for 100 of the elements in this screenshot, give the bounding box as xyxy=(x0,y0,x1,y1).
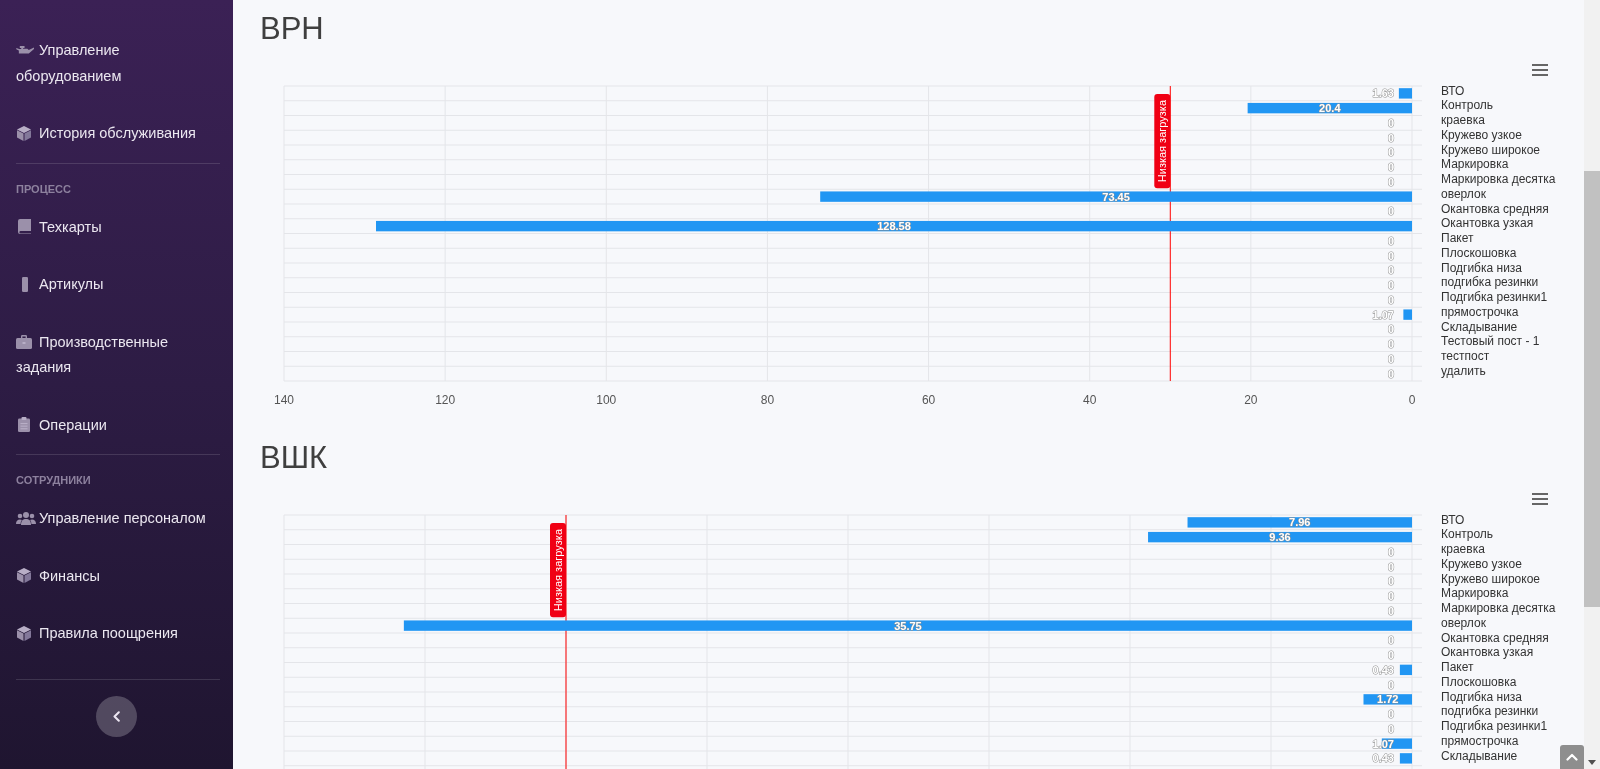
briefcase-icon xyxy=(16,334,32,349)
category-label: ВТО xyxy=(1441,83,1465,98)
menu-icon[interactable] xyxy=(1531,64,1549,76)
menu-icon[interactable] xyxy=(1531,493,1549,505)
category-label: краевка xyxy=(1441,113,1485,128)
bar xyxy=(1398,88,1412,99)
sidebar-item[interactable]: Техкарты xyxy=(0,198,233,256)
chevron-up-icon xyxy=(1566,753,1578,761)
data-label: 0 xyxy=(1387,678,1394,691)
category-label: Кружево широкое xyxy=(1441,571,1541,586)
data-label: 0 xyxy=(1387,116,1394,129)
chevron-left-icon xyxy=(113,710,120,722)
data-label: 0 xyxy=(1387,234,1394,247)
category-label: Маркировка десятка xyxy=(1441,601,1556,616)
section-header: ПРОЦЕСС xyxy=(15,181,72,197)
axis-tick-label: 60 xyxy=(921,393,936,407)
category-label: Пакет xyxy=(1441,660,1474,675)
category-label: ВТО xyxy=(1441,512,1465,527)
data-label: 0 xyxy=(1387,323,1394,336)
bar xyxy=(1363,694,1412,705)
bar xyxy=(1399,664,1412,676)
sidebar-item[interactable]: История обслуживания xyxy=(0,105,233,163)
data-label: 0 xyxy=(1387,338,1394,351)
category-label: Подгибка низа xyxy=(1441,689,1523,704)
sidebar-item[interactable]: Финансы xyxy=(0,547,233,605)
category-label: Подгибка низа xyxy=(1441,260,1523,275)
data-label: 0 xyxy=(1387,131,1394,144)
scroll-to-top-button[interactable] xyxy=(1560,745,1584,769)
cube-icon xyxy=(17,625,31,641)
ref-line-label: Низкая загрузка xyxy=(552,528,564,612)
threshold-label: Низкая загрузка xyxy=(550,523,566,618)
oil-can-icon xyxy=(16,46,34,54)
category-label: Кружево узкое xyxy=(1441,127,1522,142)
data-label: 0 xyxy=(1387,634,1394,647)
data-label: 0 xyxy=(1387,575,1394,588)
category-label: Окантовка узкая xyxy=(1441,645,1534,660)
category-label: Складывание xyxy=(1441,319,1518,334)
axis-tick-label: 80 xyxy=(760,393,775,407)
category-label: Окантовка средняя xyxy=(1441,201,1549,216)
data-label: 0 xyxy=(1387,293,1394,306)
category-label: оверлок xyxy=(1441,186,1486,201)
data-label: 1.63 xyxy=(1372,87,1394,100)
threshold-label: Низкая загрузка xyxy=(1154,94,1171,189)
sidebar-item[interactable]: Операции xyxy=(0,396,233,454)
category-label: Кружево широкое xyxy=(1441,142,1541,157)
category-label: Окантовка средняя xyxy=(1441,630,1549,645)
category-label: Плоскошовка xyxy=(1441,245,1517,260)
scrollbar-thumb[interactable] xyxy=(1584,171,1600,607)
category-label: Маркировка десятка xyxy=(1441,172,1556,187)
category-label: тестпост xyxy=(1441,349,1490,364)
category-label: Пакет xyxy=(1441,231,1474,246)
category-label: подгибка резинки xyxy=(1441,275,1539,290)
data-label: 0.43 xyxy=(1372,752,1394,765)
data-label: 0 xyxy=(1387,264,1394,277)
sidebar-item[interactable]: Управление персоналом xyxy=(0,490,233,548)
category-label: Подгибка резинки1 xyxy=(1441,290,1548,305)
sidebar-item[interactable]: Правила поощрения xyxy=(0,605,233,663)
data-label: 0 xyxy=(1387,161,1394,174)
data-label: 0 xyxy=(1387,604,1394,617)
section-title: ВШК xyxy=(260,440,329,476)
data-label: 0 xyxy=(1387,175,1394,188)
data-label: 73.45 xyxy=(1102,190,1130,203)
bar xyxy=(1403,309,1412,320)
data-label: 0 xyxy=(1387,205,1394,218)
bar xyxy=(1399,753,1412,764)
cube-icon xyxy=(17,568,31,584)
data-label: 1.72 xyxy=(1377,693,1399,706)
category-label: Контроль xyxy=(1441,527,1494,542)
collapse-button[interactable] xyxy=(96,695,137,737)
category-label: подгибка резинки xyxy=(1441,704,1539,719)
category-label: прямострочка xyxy=(1441,733,1519,748)
category-label: Кружево узкое xyxy=(1441,556,1522,571)
data-label: 0 xyxy=(1387,279,1394,292)
category-label: Контроль xyxy=(1441,98,1494,113)
axis-tick-label: 20 xyxy=(1244,393,1258,407)
data-label: 0 xyxy=(1387,352,1394,365)
data-label: 0 xyxy=(1387,722,1394,735)
sidebar-item[interactable]: Управление оборудованием xyxy=(0,22,233,105)
data-label: 0 xyxy=(1387,649,1394,662)
axis-tick-label: 100 xyxy=(596,393,617,407)
sidebar-item[interactable]: Производственные задания xyxy=(0,313,233,397)
section-title: ВРН xyxy=(260,11,325,47)
axis-tick-label: 0 xyxy=(1408,393,1416,407)
section-header: СОТРУДНИКИ xyxy=(15,473,92,488)
category-label: удалить xyxy=(1441,363,1486,378)
data-label: 0 xyxy=(1387,545,1394,558)
book-icon xyxy=(18,219,31,235)
data-label: 0 xyxy=(1387,590,1394,603)
caret-down-icon xyxy=(1588,760,1596,765)
axis-tick-label: 40 xyxy=(1083,393,1097,407)
data-label: 7.96 xyxy=(1289,516,1311,529)
sidebar-item[interactable]: Артикулы xyxy=(0,256,233,314)
mobile-phone-icon xyxy=(22,276,28,292)
data-label: 0 xyxy=(1387,708,1394,721)
data-label: 20.4 xyxy=(1319,102,1341,115)
category-label: Складывание xyxy=(1441,748,1518,763)
category-label: краевка xyxy=(1441,542,1485,557)
users-icon xyxy=(16,511,36,526)
category-label: Тестовый пост - 1 xyxy=(1441,334,1540,349)
scrollbar[interactable] xyxy=(1584,0,1600,769)
